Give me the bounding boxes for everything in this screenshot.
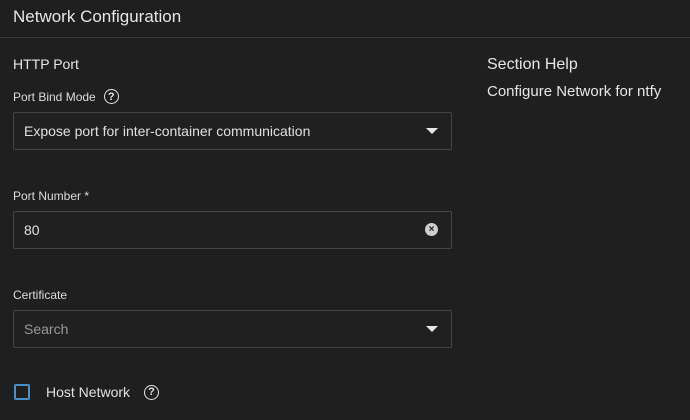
certificate-label-row: Certificate [13,288,67,302]
certificate-search-placeholder[interactable]: Search [24,321,68,337]
network-config-page: Network Configuration HTTP Port Port Bin… [0,0,690,420]
section-title-http-port: HTTP Port [13,56,79,72]
host-network-checkbox[interactable] [14,384,30,400]
port-number-label: Port Number * [13,189,90,203]
port-number-value: 80 [24,222,40,238]
port-bind-mode-label: Port Bind Mode [13,89,96,104]
certificate-label: Certificate [13,288,68,302]
page-title: Network Configuration [13,7,182,26]
port-number-input[interactable]: 80 × [13,211,452,249]
chevron-down-icon[interactable] [426,128,438,134]
section-help-text: Configure Network for ntfy [487,83,662,100]
port-number-label-row: Port Number * [13,189,89,203]
clear-circle-icon[interactable]: × [425,223,438,236]
port-bind-mode-label-row: Port Bind Mode ? [13,89,119,104]
port-bind-mode-select[interactable]: Expose port for inter-container communic… [13,112,452,150]
port-bind-mode-value: Expose port for inter-container communic… [24,123,311,139]
question-circle-icon[interactable]: ? [144,384,160,400]
section-help-title: Section Help [487,56,578,73]
question-circle-icon[interactable]: ? [103,89,119,104]
host-network-label: Host Network [46,384,131,400]
certificate-select[interactable]: Search [13,310,452,348]
page-header: Network Configuration [0,0,690,38]
chevron-down-icon[interactable] [426,326,438,332]
host-network-row: Host Network ? [14,384,160,400]
